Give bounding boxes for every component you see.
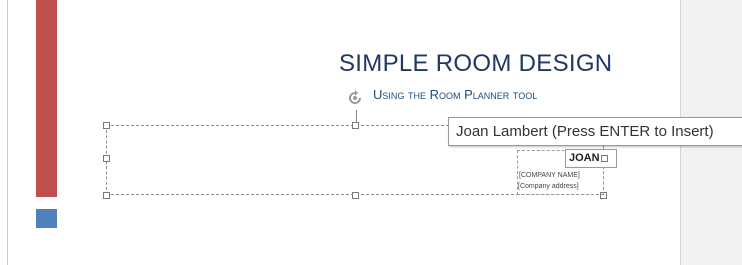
document-subtitle[interactable]: Using the Room Planner tool	[373, 87, 537, 102]
resize-handle-middle-left[interactable]	[103, 155, 110, 162]
company-name-placeholder[interactable]: [COMPANY NAME]	[519, 172, 580, 179]
rotate-handle-icon[interactable]	[346, 89, 364, 107]
company-address-placeholder[interactable]: [Company address]	[518, 183, 579, 190]
resize-handle-bottom-left[interactable]	[103, 192, 110, 199]
autocomplete-tooltip[interactable]: Joan Lambert (Press ENTER to Insert)	[448, 117, 742, 146]
resize-handle-top-left[interactable]	[103, 122, 110, 129]
page-left-edge	[7, 0, 8, 265]
resize-handle-top-center[interactable]	[352, 122, 359, 129]
blue-accent-square	[36, 209, 57, 228]
red-accent-bar	[36, 0, 57, 197]
document-title[interactable]: SIMPLE ROOM DESIGN	[339, 50, 612, 78]
author-field[interactable]: JOAN	[569, 152, 600, 164]
resize-handle-bottom-center[interactable]	[352, 192, 359, 199]
author-field-handle[interactable]	[601, 155, 608, 162]
